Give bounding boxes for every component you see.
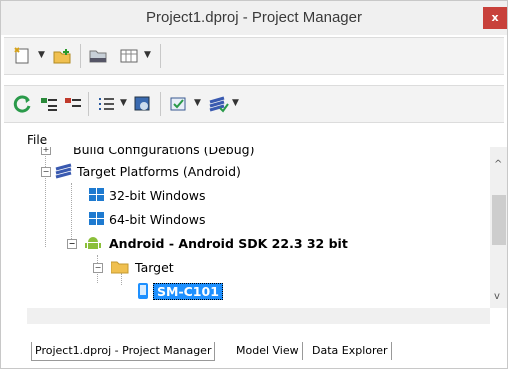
- toolbar-bottom: ▼ ▼ ▼: [4, 85, 504, 123]
- build-dropdown[interactable]: ▼: [232, 98, 239, 108]
- collapse-toggle[interactable]: −: [41, 167, 51, 177]
- project-tree[interactable]: + Build Configurations (Debug) − Target …: [27, 147, 490, 307]
- target-platforms-icon: [55, 163, 72, 179]
- tab-data-explorer[interactable]: Data Explorer: [309, 342, 392, 360]
- tab-model-view[interactable]: Model View: [233, 342, 303, 360]
- toolbar-separator: [80, 44, 81, 68]
- collapse-all-icon[interactable]: [62, 94, 84, 114]
- horizontal-scrollbar[interactable]: [27, 308, 490, 324]
- expand-all-icon[interactable]: [38, 94, 60, 114]
- collapse-toggle[interactable]: −: [67, 239, 77, 249]
- grid-view-icon[interactable]: [118, 46, 140, 66]
- toolbar-separator: [160, 44, 161, 68]
- vertical-scrollbar[interactable]: ^ v: [490, 147, 507, 308]
- build-icon[interactable]: [208, 94, 230, 114]
- tree-guide: [121, 273, 123, 285]
- refresh-icon[interactable]: [12, 94, 34, 114]
- bottom-tab-bar: Project1.dproj - Project Manager Model V…: [27, 338, 507, 362]
- close-button[interactable]: x: [483, 7, 507, 29]
- mobile-device-icon: [138, 283, 148, 299]
- collapse-toggle[interactable]: −: [93, 263, 103, 273]
- expand-toggle[interactable]: +: [41, 147, 51, 155]
- add-folder-icon[interactable]: [52, 46, 74, 66]
- new-item-icon[interactable]: [12, 46, 34, 66]
- tab-project-manager[interactable]: Project1.dproj - Project Manager: [31, 342, 216, 361]
- toolbar-separator: [160, 92, 161, 116]
- project-manager-window: Project1.dproj - Project Manager x ▼ ▼ ▼…: [0, 0, 508, 369]
- scrollbar-thumb[interactable]: [492, 195, 506, 245]
- toolbar-separator: [88, 92, 89, 116]
- list-icon[interactable]: [96, 94, 118, 114]
- folder-icon: [111, 261, 129, 274]
- windows-icon: [89, 188, 104, 201]
- list-dropdown[interactable]: ▼: [120, 98, 127, 108]
- file-column-header: File: [27, 133, 48, 147]
- scroll-up-icon[interactable]: ^: [494, 159, 502, 170]
- title-bar: Project1.dproj - Project Manager x: [1, 1, 507, 35]
- run-options-dropdown[interactable]: ▼: [194, 98, 201, 108]
- new-item-dropdown[interactable]: ▼: [38, 50, 45, 60]
- view-dropdown[interactable]: ▼: [144, 50, 151, 60]
- run-options-icon[interactable]: [168, 94, 190, 114]
- toolbar-top: ▼ ▼: [4, 37, 504, 75]
- android-icon: [85, 237, 101, 249]
- windows-icon: [89, 212, 104, 225]
- deploy-icon[interactable]: [132, 94, 154, 114]
- scroll-down-icon[interactable]: v: [494, 291, 500, 302]
- folder-open-icon[interactable]: [88, 46, 110, 66]
- window-title: Project1.dproj - Project Manager: [146, 9, 362, 26]
- tree-guide: [71, 183, 73, 239]
- tree-guide: [45, 147, 47, 247]
